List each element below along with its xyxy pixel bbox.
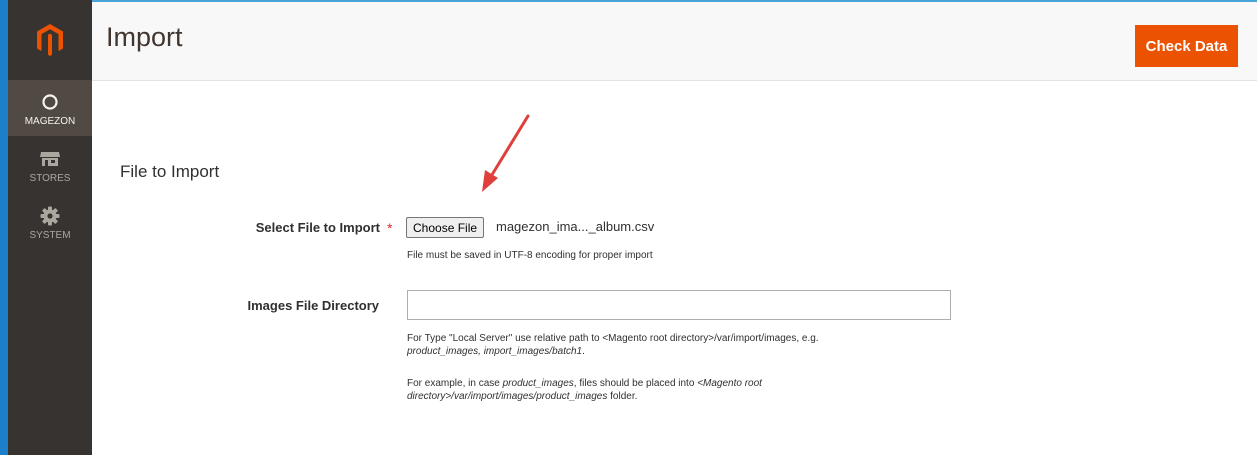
sidebar-item-label: STORES — [29, 172, 71, 184]
magento-logo-icon — [37, 24, 63, 56]
sidebar-item-label: SYSTEM — [29, 229, 71, 241]
note-emphasis: product_images — [502, 378, 574, 389]
images-dir-label: Images File Directory — [247, 298, 380, 313]
sidebar-item-label: MAGEZON — [24, 115, 76, 127]
gear-icon — [40, 204, 60, 228]
note-text: , files should be placed into — [573, 378, 698, 389]
note-tail: . — [582, 346, 585, 357]
required-mark: * — [387, 220, 393, 236]
store-icon — [39, 147, 61, 171]
note-emphasis: directory>/var/import/images/product_ima… — [407, 391, 608, 402]
choose-file-button[interactable]: Choose File — [406, 217, 485, 238]
section-title: File to Import — [120, 162, 220, 181]
encoding-note: File must be saved in UTF-8 encoding for… — [407, 250, 653, 261]
sidebar-item-magezon[interactable]: MAGEZON — [8, 80, 92, 136]
note-emphasis: <Magento root — [697, 378, 762, 389]
window-edge — [0, 0, 8, 455]
magento-logo[interactable] — [8, 0, 92, 80]
images-dir-input[interactable] — [407, 290, 951, 320]
images-dir-note: For Type "Local Server" use relative pat… — [407, 332, 819, 358]
images-dir-note-line: product_images, import_images/batch1. — [407, 345, 819, 358]
select-file-label: Select File to Import — [255, 220, 380, 235]
annotation-arrow-icon — [482, 114, 530, 192]
sidebar-item-stores[interactable]: STORES — [8, 137, 92, 193]
note-text: folder. — [607, 391, 638, 402]
example-note-line: For example, in case product_images, fil… — [407, 377, 762, 390]
images-dir-note-line: For Type "Local Server" use relative pat… — [407, 333, 819, 344]
check-data-button[interactable]: Check Data — [1135, 25, 1238, 67]
note-text: For example, in case — [407, 378, 503, 389]
page-header: Import Check Data — [92, 2, 1257, 81]
magezon-ring-icon — [41, 90, 59, 114]
images-dir-example-note: For example, in case product_images, fil… — [407, 377, 762, 403]
selected-file-name: magezon_ima..._album.csv — [496, 219, 655, 234]
example-paths: product_images, import_images/batch1 — [407, 346, 583, 357]
page-title: Import — [106, 22, 183, 52]
example-note-line: directory>/var/import/images/product_ima… — [407, 390, 762, 403]
